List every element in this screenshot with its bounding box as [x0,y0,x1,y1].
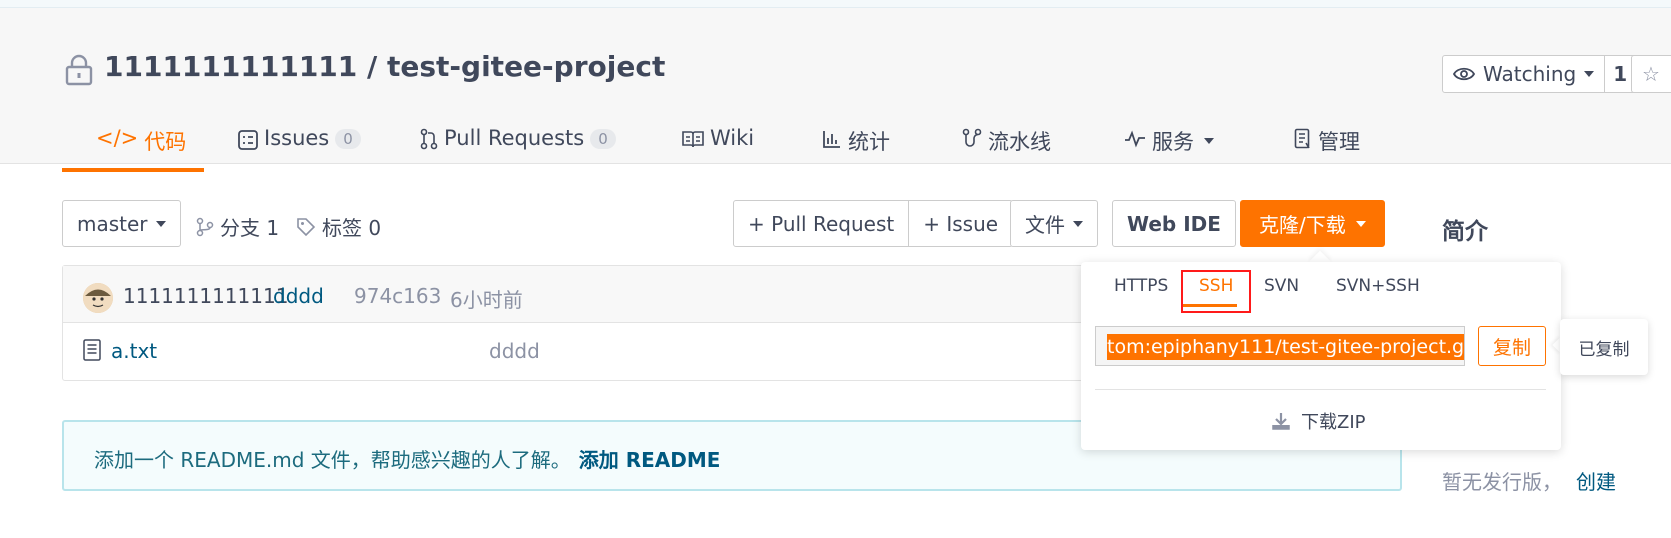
tab-pull-requests[interactable]: Pull Requests 0 [420,120,616,172]
bar-chart-icon [823,131,840,148]
no-release-text: 暂无发行版， [1442,470,1562,494]
tab-services[interactable]: 服务 [1124,120,1214,172]
star-icon: ☆ [1642,62,1660,86]
tab-wiki[interactable]: Wiki [682,120,754,172]
document-icon [1294,128,1310,149]
clone-label: 克隆/下载 [1259,213,1346,237]
file-menu-label: 文件 [1025,213,1065,237]
issues-icon [238,130,258,150]
new-issue-button[interactable]: + Issue [909,200,1014,247]
watch-button[interactable]: Watching [1442,55,1606,93]
book-icon [682,131,704,148]
chevron-down-icon [1204,138,1214,144]
chevron-down-icon [1355,220,1366,227]
issues-count-badge: 0 [335,129,361,149]
copied-tooltip: 已复制 [1560,319,1648,375]
commit-time: 6小时前 [450,288,523,312]
tab-svn-ssh[interactable]: SVN+SSH [1336,276,1420,296]
tab-label: Pull Requests [444,126,585,150]
tab-label: Issues [264,126,330,150]
clone-url-input[interactable]: tom:epiphany111/test-gitee-project.git [1095,326,1465,366]
tab-https[interactable]: HTTPS [1114,276,1168,296]
branch-icon [196,217,214,236]
top-strip [0,0,1671,8]
tab-label: 流水线 [988,130,1051,154]
commit-author[interactable]: 1111111111111 [123,284,288,308]
pulse-icon [1125,130,1145,148]
watch-label: Watching [1483,62,1577,86]
add-readme-link[interactable]: 添加 README [579,448,721,472]
new-pull-request-button[interactable]: + Pull Request [733,200,910,247]
star-button[interactable]: ☆ [1631,55,1671,93]
create-release-link[interactable]: 创建 [1576,470,1616,494]
tags-link[interactable]: 标签 0 [296,212,381,241]
tab-svn[interactable]: SVN [1264,276,1299,296]
file-commit-message[interactable]: dddd [489,339,540,363]
tab-code[interactable]: </> 代码 [62,120,204,172]
branches-link[interactable]: 分支 1 [196,212,279,241]
file-icon [83,339,101,361]
download-zip-label: 下载ZIP [1301,412,1366,433]
tab-manage[interactable]: 管理 [1294,120,1360,172]
sidebar-title: 简介 [1442,219,1488,245]
clone-url-selected-text: tom:epiphany111/test-gitee-project.git [1107,334,1464,360]
tab-issues[interactable]: Issues 0 [238,120,361,172]
readme-message: 添加一个 README.md 文件，帮助感兴趣的人了解。 [94,448,571,472]
commit-message[interactable]: dddd [273,284,324,308]
download-zip-link[interactable]: 下载ZIP [1271,408,1366,434]
tags-count: 标签 0 [322,216,382,240]
tab-stats[interactable]: 统计 [822,120,890,172]
copy-button[interactable]: 复制 [1478,326,1546,366]
tag-icon [297,217,316,236]
tab-label: 服务 [1152,130,1194,154]
commit-hash[interactable]: 974c163 [354,284,441,308]
annotation-highlight-box [1181,270,1251,313]
clone-dropdown: HTTPS SSH SVN SVN+SSH tom:epiphany111/te… [1081,262,1561,450]
avatar[interactable] [83,283,113,313]
divider [1095,389,1546,390]
file-name[interactable]: a.txt [111,339,157,363]
pipeline-icon [962,128,982,147]
repo-title[interactable]: 1111111111111 / test-gitee-project [104,50,665,83]
branch-selector[interactable]: master [62,200,181,247]
readme-prompt-text: 添加一个 README.md 文件，帮助感兴趣的人了解。 添加 README [94,444,720,473]
tab-label: 统计 [848,130,890,154]
chevron-down-icon [155,220,166,227]
chevron-down-icon [1073,220,1083,227]
eye-icon [1453,67,1475,81]
file-menu-button[interactable]: 文件 [1010,200,1098,247]
tab-label: 管理 [1318,130,1360,154]
clone-download-button[interactable]: 克隆/下载 [1240,200,1385,247]
tab-label: 代码 [144,130,187,154]
branches-count: 分支 1 [220,216,280,240]
watch-group: Watching 1 [1442,55,1637,93]
branch-name: master [77,211,148,236]
pull-request-icon [420,128,438,150]
web-ide-button[interactable]: Web IDE [1112,200,1236,247]
tab-pipeline[interactable]: 流水线 [962,120,1051,172]
code-icon: </> [96,126,139,150]
chevron-down-icon [1584,71,1595,77]
releases-section: 暂无发行版， 创建 [1442,466,1616,495]
lock-icon [65,54,93,86]
repo-header: 1111111111111 / test-gitee-project Watch… [0,8,1671,172]
download-icon [1272,413,1290,430]
pull-requests-count-badge: 0 [590,129,616,149]
create-group: + Pull Request + Issue [733,200,1014,247]
tab-label: Wiki [710,126,755,150]
